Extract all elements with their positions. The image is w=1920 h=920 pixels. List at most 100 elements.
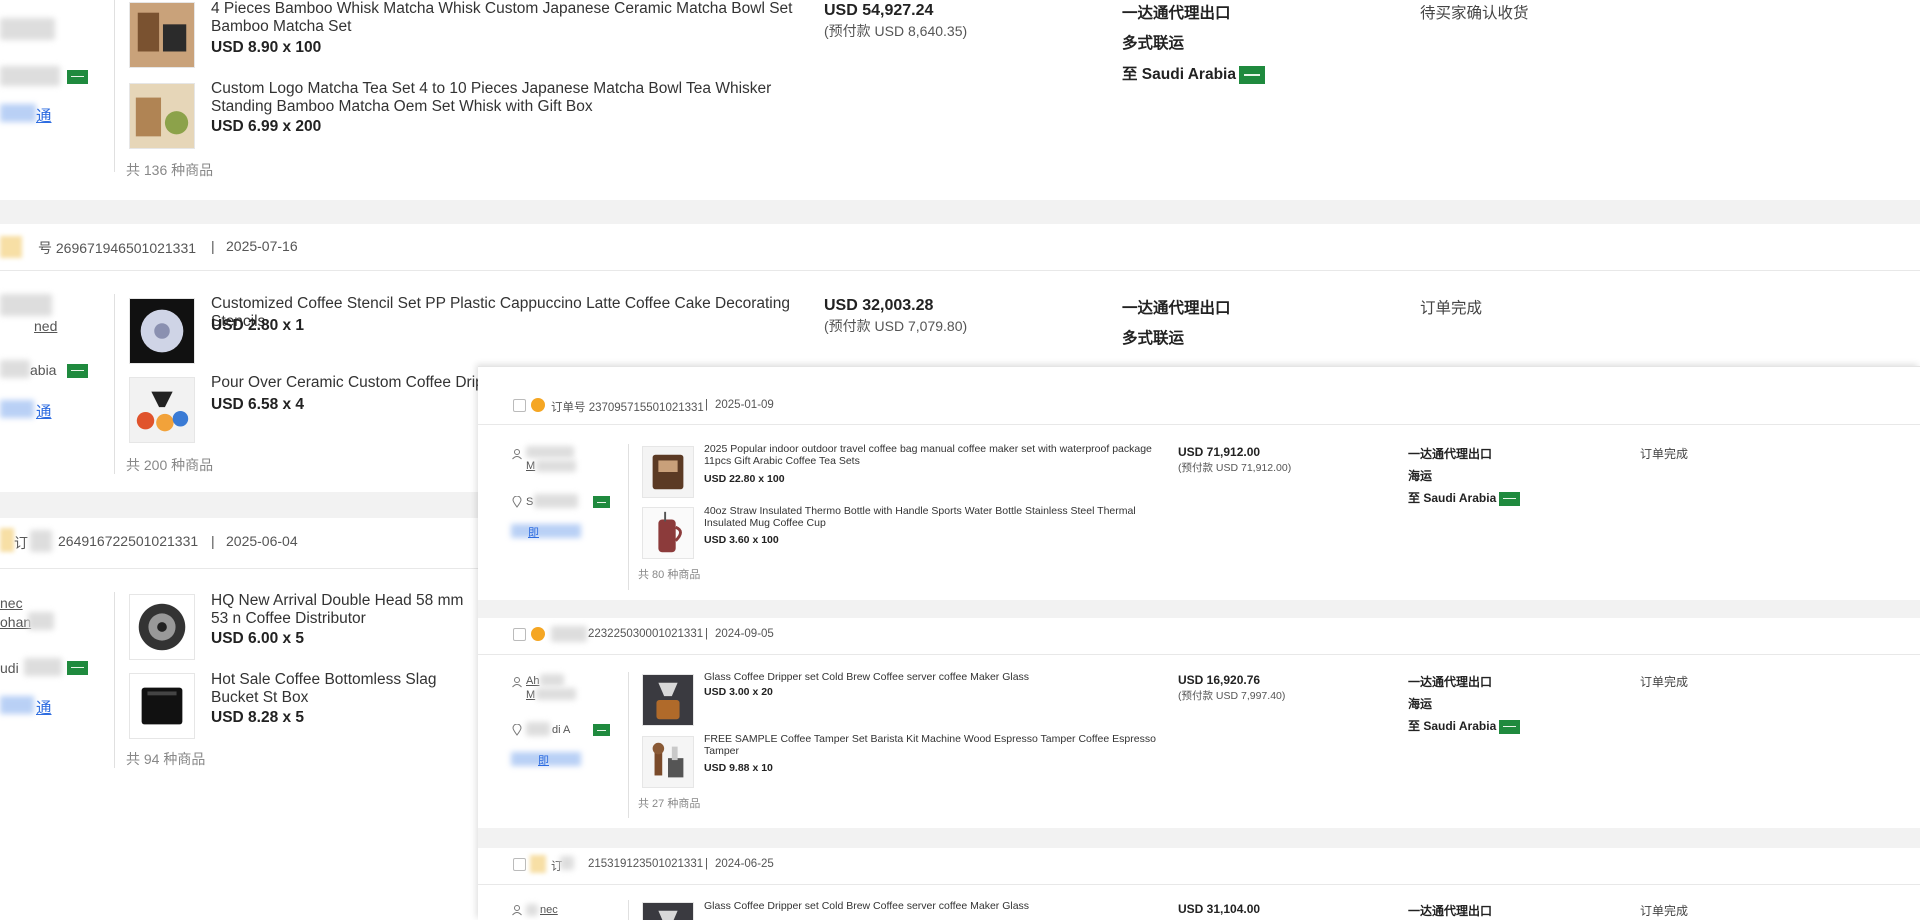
shipping-method: 多式联运	[1122, 330, 1185, 347]
buyer-name[interactable]: Ah	[526, 675, 539, 687]
buyer-name[interactable]: ned	[34, 318, 57, 334]
product-thumbnail[interactable]	[129, 298, 195, 364]
buyer-name[interactable]: nec	[0, 595, 23, 611]
product-thumbnail[interactable]	[642, 674, 694, 726]
contact-link[interactable]: 通	[36, 696, 52, 718]
order-list-overlay: 订单号 237095715501021331 | 2025-01-09 M S …	[478, 366, 1920, 920]
blurred-buyer-name	[536, 460, 576, 472]
order-total: USD 16,920.76	[1178, 673, 1261, 687]
saudi-flag-icon	[593, 496, 610, 508]
item-count: 共 27 种商品	[638, 798, 701, 810]
contact-link[interactable]: 通	[36, 104, 52, 126]
product-price: USD 6.58 x 4	[211, 396, 305, 413]
product-price: USD 3.00 x 20	[704, 686, 773, 698]
column-divider	[628, 900, 629, 920]
product-thumbnail[interactable]	[642, 736, 694, 788]
product-thumbnail[interactable]	[129, 83, 195, 149]
product-title[interactable]: 40oz Straw Insulated Thermo Bottle with …	[704, 505, 1164, 530]
product-title[interactable]: HQ New Arrival Double Head 58 mm 53 n Co…	[211, 592, 481, 627]
shipping-method: 海运	[1408, 469, 1433, 483]
product-title[interactable]: Glass Coffee Dripper set Cold Brew Coffe…	[704, 900, 1164, 913]
product-price: USD 8.28 x 5	[211, 709, 305, 726]
buyer-name-line2[interactable]: ohan	[0, 614, 31, 630]
product-thumbnail[interactable]	[642, 507, 694, 559]
blurred-badge	[530, 855, 546, 873]
item-count: 共 94 种商品	[126, 751, 206, 767]
saudi-flag-icon	[67, 364, 88, 378]
header-separator: |	[705, 628, 708, 640]
product-thumbnail[interactable]	[642, 902, 694, 920]
header-divider	[478, 424, 1920, 425]
blurred-buyer-name	[28, 612, 54, 630]
column-divider	[628, 672, 629, 818]
order-number: 订单号 237095715501021331	[551, 402, 704, 414]
order-date: 2024-06-25	[715, 858, 774, 870]
order-checkbox[interactable]	[513, 628, 526, 641]
order-prepayment: (预付款 USD 7,997.40)	[1178, 690, 1286, 702]
export-service: 一达通代理出口	[1122, 5, 1231, 22]
item-count: 共 200 种商品	[126, 457, 214, 473]
column-divider	[114, 0, 115, 172]
blurred-label	[30, 530, 52, 552]
export-service: 一达通代理出口	[1408, 675, 1493, 689]
product-thumbnail[interactable]	[642, 446, 694, 498]
product-title[interactable]: 4 Pieces Bamboo Whisk Matcha Whisk Custo…	[211, 0, 801, 35]
blurred-buyer-name	[526, 446, 574, 458]
header-divider	[478, 884, 1920, 885]
order-checkbox[interactable]	[513, 399, 526, 412]
column-divider	[628, 444, 629, 590]
blurred-buyer-name	[526, 904, 538, 916]
product-thumbnail[interactable]	[129, 673, 195, 739]
saudi-flag-icon	[1499, 719, 1521, 734]
export-service: 一达通代理出口	[1408, 904, 1493, 918]
buyer-country: udi	[0, 660, 19, 676]
header-divider	[478, 654, 1920, 655]
product-title[interactable]: FREE SAMPLE Coffee Tamper Set Barista Ki…	[704, 733, 1174, 758]
blurred-contact-link	[0, 400, 34, 418]
order-number: 264916722501021331	[58, 533, 199, 549]
user-icon	[512, 449, 522, 460]
destination: 至 Saudi Arabia	[1122, 62, 1265, 84]
buyer-name[interactable]: M	[526, 460, 535, 472]
blurred-country	[534, 494, 578, 508]
contact-link[interactable]: 即	[528, 524, 539, 540]
export-service: 一达通代理出口	[1122, 300, 1231, 317]
contact-link[interactable]: 通	[36, 400, 52, 422]
order-total: USD 54,927.24	[824, 2, 934, 19]
saudi-flag-icon	[67, 661, 88, 675]
buyer-name-line2[interactable]: M	[526, 689, 535, 701]
buyer-country: S	[526, 496, 534, 508]
order-date: 2024-09-05	[715, 628, 774, 640]
order-status: 订单完成	[1640, 447, 1689, 461]
contact-link[interactable]: 即	[538, 752, 549, 768]
item-count: 共 136 种商品	[126, 162, 214, 178]
order-separator	[0, 200, 1920, 224]
order-date: 2025-01-09	[715, 399, 774, 411]
column-divider	[114, 294, 115, 474]
buyer-name[interactable]: nec	[540, 904, 558, 916]
destination: 至 Saudi Arabia	[1408, 717, 1521, 734]
header-separator: |	[211, 533, 215, 549]
order-date: 2025-06-04	[226, 533, 298, 549]
product-title[interactable]: Custom Logo Matcha Tea Set 4 to 10 Piece…	[211, 80, 801, 115]
blurred-buyer-name	[536, 688, 576, 700]
blurred-buyer-name	[540, 674, 564, 686]
product-thumbnail[interactable]	[129, 594, 195, 660]
order-separator	[478, 828, 1920, 848]
order-total: USD 32,003.28	[824, 297, 934, 314]
saudi-flag-icon	[1499, 491, 1521, 506]
blurred-buyer-name	[0, 18, 55, 40]
export-service: 一达通代理出口	[1408, 447, 1493, 461]
product-thumbnail[interactable]	[129, 377, 195, 443]
order-checkbox[interactable]	[513, 858, 526, 871]
destination-text: 至 Saudi Arabia	[1408, 491, 1497, 505]
blurred-label	[551, 626, 587, 642]
product-title[interactable]: 2025 Popular indoor outdoor travel coffe…	[704, 443, 1164, 468]
product-thumbnail[interactable]	[129, 2, 195, 68]
product-title[interactable]: Pour Over Ceramic Custom Coffee Dripper	[211, 374, 506, 392]
product-title[interactable]: Glass Coffee Dripper set Cold Brew Coffe…	[704, 671, 1164, 684]
destination-text: 至 Saudi Arabia	[1122, 66, 1236, 83]
product-title[interactable]: Hot Sale Coffee Bottomless Slag Bucket S…	[211, 671, 481, 706]
product-price: USD 22.80 x 100	[704, 473, 785, 485]
order-total: USD 31,104.00	[1178, 902, 1261, 916]
